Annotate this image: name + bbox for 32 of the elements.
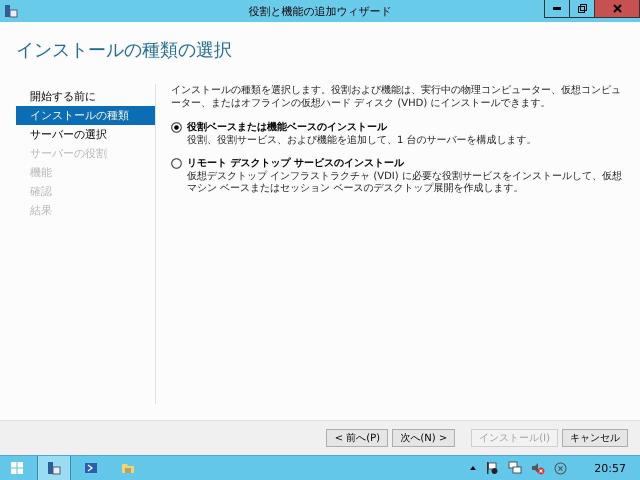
folder-icon xyxy=(121,461,135,475)
tray-arrow-icon[interactable] xyxy=(470,466,476,470)
radio-button[interactable] xyxy=(171,158,182,168)
speaker-muted-icon[interactable] xyxy=(531,461,546,475)
close-icon xyxy=(612,4,622,13)
intro-text: インストールの種類を選択します。役割および機能は、実行中の物理コンピューター、仮想コンピューター、またはオフラインの仮想ハード ディスク (VHD) にインストールできます。 xyxy=(171,84,622,110)
close-circle-icon[interactable] xyxy=(554,462,568,474)
windows-logo-icon xyxy=(11,462,23,474)
option-description: 役割、役割サービス、および機能を追加して、1 台のサーバーを構成します。 xyxy=(187,135,538,147)
wizard-button[interactable]: キャンセル xyxy=(562,429,628,447)
minimize-button[interactable] xyxy=(544,0,570,18)
taskbar-app[interactable] xyxy=(37,456,71,480)
restore-icon xyxy=(578,4,586,13)
wizard-step[interactable]: 開始する前に xyxy=(16,87,155,106)
wizard-step[interactable]: インストールの種類 xyxy=(16,106,155,125)
server-manager-icon xyxy=(4,4,18,18)
clock[interactable]: 20:57 xyxy=(594,462,626,474)
page-title: インストールの種類の選択 xyxy=(15,39,233,63)
close-button[interactable] xyxy=(594,0,640,18)
wizard-button[interactable]: < 前へ(P) xyxy=(326,429,388,447)
option-label[interactable]: リモート デスクトップ サービスのインストール xyxy=(187,156,404,170)
wizard-step[interactable]: サーバーの選択 xyxy=(16,125,155,144)
window-title: 役割と機能の追加ウィザード xyxy=(248,4,392,18)
wizard-button[interactable]: 次へ(N) > xyxy=(392,429,456,447)
radio-button[interactable] xyxy=(171,122,182,132)
server-manager-icon xyxy=(47,461,61,475)
minimize-icon xyxy=(553,7,561,10)
option-description: 仮想デスクトップ インフラストラクチャ (VDI) に必要な役割サービスをインストールして、仮想マシン ベースまたはセッション ベースのデスクトップ展開を作成します。 xyxy=(187,171,623,195)
powershell-icon xyxy=(84,461,98,475)
flag-icon[interactable] xyxy=(485,461,500,475)
network-icon[interactable] xyxy=(508,461,522,475)
option-label[interactable]: 役割ベースまたは機能ベースのインストール xyxy=(187,120,387,134)
